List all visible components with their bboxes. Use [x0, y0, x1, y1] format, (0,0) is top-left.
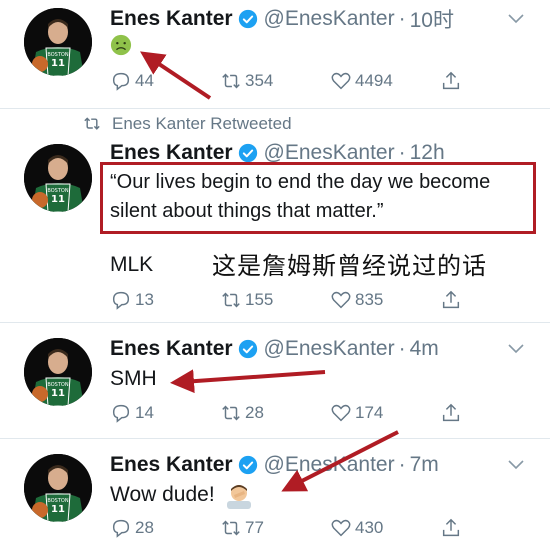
verified-badge-icon — [238, 455, 257, 475]
retweet-icon — [84, 117, 100, 130]
share-icon — [442, 518, 460, 537]
svg-text:11: 11 — [51, 504, 65, 515]
share-button[interactable] — [440, 67, 465, 95]
annotation-caption: 这是詹姆斯曾经说过的话 — [212, 252, 487, 280]
reply-count: 13 — [135, 290, 154, 309]
tweet-actions: 28 77 430 — [110, 514, 470, 542]
tweet-text: SMH — [110, 367, 157, 390]
timestamp[interactable]: 10时 — [410, 4, 454, 34]
retweet-count: 354 — [245, 71, 274, 90]
avatar-image: BOSTON 11 — [24, 144, 92, 212]
svg-text:11: 11 — [51, 388, 65, 399]
share-icon — [442, 403, 460, 422]
tweet-actions: 14 28 174 — [110, 399, 470, 427]
svg-text:11: 11 — [51, 58, 65, 69]
reply-icon — [112, 291, 130, 310]
verified-badge-icon — [238, 339, 257, 359]
chevron-down-icon[interactable] — [508, 460, 524, 470]
tweet[interactable]: BOSTON 11 Enes Kanter @EnesKanter · 10时 … — [0, 0, 550, 114]
tweet-header: Enes Kanter @EnesKanter · 4m — [110, 334, 439, 364]
separator-dot: · — [398, 453, 406, 476]
share-button[interactable] — [440, 399, 465, 427]
handle[interactable]: @EnesKanter — [264, 453, 395, 477]
share-button[interactable] — [440, 286, 465, 314]
tweet-text: Wow dude! — [110, 480, 253, 510]
reply-button[interactable]: 28 — [110, 514, 154, 542]
verified-badge-icon — [238, 143, 257, 163]
retweet-count: 155 — [245, 290, 274, 309]
like-count: 174 — [355, 403, 384, 422]
tweet[interactable]: BOSTON 11 Enes Kanter @EnesKanter · 4m S… — [0, 322, 550, 438]
share-icon — [442, 71, 460, 90]
nauseated-face-emoji-icon — [110, 34, 132, 56]
avatar[interactable]: BOSTON 11 — [24, 454, 92, 522]
retweet-button[interactable]: 155 — [220, 286, 273, 314]
retweet-button[interactable]: 354 — [220, 67, 273, 95]
separator-dot: · — [398, 337, 406, 360]
like-button[interactable]: 430 — [330, 514, 383, 542]
like-count: 835 — [355, 290, 384, 309]
reply-button[interactable]: 14 — [110, 399, 154, 427]
separator-dot: · — [398, 7, 406, 30]
retweet-context[interactable]: Enes Kanter Retweeted — [82, 114, 292, 134]
like-button[interactable]: 174 — [330, 399, 383, 427]
handle[interactable]: @EnesKanter — [264, 7, 395, 31]
divider — [0, 108, 550, 109]
avatar[interactable]: BOSTON 11 — [24, 338, 92, 406]
annotation-highlight-box — [100, 162, 536, 234]
retweet-count: 28 — [245, 403, 264, 422]
heart-icon — [331, 404, 351, 422]
retweet-icon — [222, 520, 240, 536]
reply-button[interactable]: 44 — [110, 67, 154, 95]
tweet[interactable]: BOSTON 11 Enes Kanter @EnesKanter · 7m W… — [0, 438, 550, 550]
retweet-context-label: Enes Kanter Retweeted — [112, 114, 292, 133]
verified-badge-icon — [238, 9, 257, 29]
avatar[interactable]: BOSTON 11 — [24, 8, 92, 76]
like-count: 4494 — [355, 71, 393, 90]
reply-count: 14 — [135, 403, 154, 422]
like-count: 430 — [355, 518, 384, 537]
retweet-count: 77 — [245, 518, 264, 537]
retweet-icon — [222, 405, 240, 421]
reply-icon — [112, 404, 130, 423]
reply-icon — [112, 72, 130, 91]
avatar-image: BOSTON 11 — [24, 338, 92, 406]
like-button[interactable]: 4494 — [330, 67, 393, 95]
share-button[interactable] — [440, 514, 465, 542]
facepalm-emoji-icon — [226, 485, 251, 510]
heart-icon — [331, 291, 351, 309]
reply-count: 44 — [135, 71, 154, 90]
timestamp[interactable]: 7m — [410, 453, 439, 477]
tweet-header: Enes Kanter @EnesKanter · 10时 — [110, 4, 454, 34]
retweet-button[interactable]: 28 — [220, 399, 264, 427]
retweet-icon — [222, 73, 240, 89]
handle[interactable]: @EnesKanter — [264, 337, 395, 361]
avatar[interactable]: BOSTON 11 — [24, 144, 92, 212]
avatar-image: BOSTON 11 — [24, 8, 92, 76]
share-icon — [442, 290, 460, 309]
chevron-down-icon[interactable] — [508, 14, 524, 24]
reply-button[interactable]: 13 — [110, 286, 154, 314]
display-name[interactable]: Enes Kanter — [110, 7, 233, 31]
retweet-icon — [222, 292, 240, 308]
heart-icon — [331, 72, 351, 90]
chevron-down-icon[interactable] — [508, 344, 524, 354]
avatar-image: BOSTON 11 — [24, 454, 92, 522]
tweet-text-content: Wow dude! — [110, 483, 215, 506]
tweet-text: MLK — [110, 253, 154, 276]
tweet-actions: 13 155 835 — [110, 286, 470, 314]
heart-icon — [331, 519, 351, 537]
tweet-actions: 44 354 4494 — [110, 67, 470, 95]
timeline: BOSTON 11 Enes Kanter @EnesKanter · 10时 … — [0, 0, 550, 550]
reply-count: 28 — [135, 518, 154, 537]
tweet-header: Enes Kanter @EnesKanter · 7m — [110, 450, 439, 480]
timestamp[interactable]: 4m — [410, 337, 439, 361]
display-name[interactable]: Enes Kanter — [110, 453, 233, 477]
tweet-text — [110, 34, 132, 65]
display-name[interactable]: Enes Kanter — [110, 337, 233, 361]
retweet-button[interactable]: 77 — [220, 514, 264, 542]
reply-icon — [112, 519, 130, 538]
svg-text:11: 11 — [51, 194, 65, 205]
like-button[interactable]: 835 — [330, 286, 383, 314]
